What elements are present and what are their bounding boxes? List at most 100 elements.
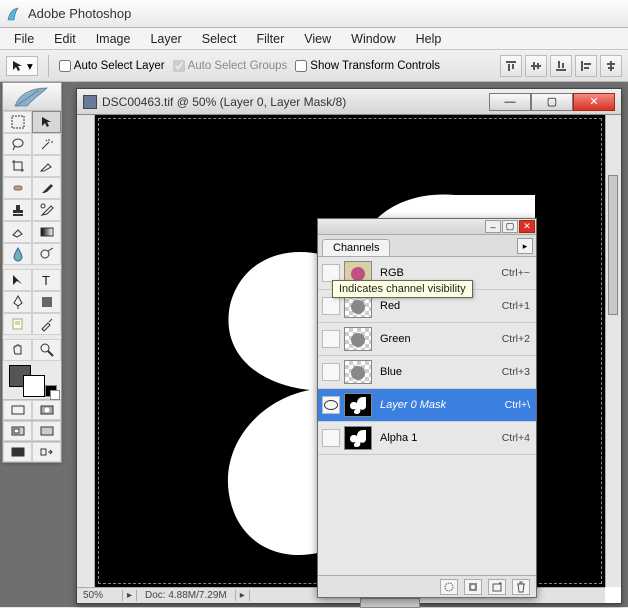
visibility-toggle[interactable] (322, 363, 340, 381)
pen-tool-icon[interactable] (3, 291, 32, 313)
notes-tool-icon[interactable] (3, 313, 32, 335)
menu-edit[interactable]: Edit (44, 30, 86, 48)
delete-channel-icon[interactable] (512, 579, 530, 595)
jump-to-icon[interactable] (32, 442, 61, 462)
doc-info-menu-icon[interactable]: ▸ (236, 590, 250, 601)
channels-footer (318, 575, 536, 597)
visibility-toggle[interactable] (322, 297, 340, 315)
path-select-tool-icon[interactable] (3, 269, 32, 291)
panel-minimize-icon[interactable]: – (485, 220, 501, 233)
show-transform-checkbox[interactable]: Show Transform Controls (295, 60, 440, 72)
doc-size-label[interactable]: Doc: 4.88M/7.29M (137, 590, 236, 601)
channels-panel-titlebar[interactable]: – ▢ ✕ (318, 219, 536, 235)
menu-window[interactable]: Window (341, 30, 405, 48)
screen-mode-2-icon[interactable] (32, 421, 61, 441)
panel-collapse-icon[interactable]: ▢ (502, 220, 518, 233)
menu-image[interactable]: Image (86, 30, 141, 48)
zoom-tool-icon[interactable] (32, 339, 61, 361)
tools-header-feather-icon (3, 83, 61, 111)
hand-tool-icon[interactable] (3, 339, 32, 361)
minimize-button[interactable]: — (489, 93, 531, 111)
auto-select-layer-input[interactable] (59, 60, 71, 72)
gradient-tool-icon[interactable] (32, 221, 61, 243)
slice-tool-icon[interactable] (32, 155, 61, 177)
eraser-tool-icon[interactable] (3, 221, 32, 243)
tools-bottom-row-2 (3, 420, 61, 441)
tools-bottom-row-1 (3, 399, 61, 420)
channel-thumb-mask (344, 393, 372, 417)
menu-help[interactable]: Help (406, 30, 452, 48)
channel-row-layer0mask[interactable]: Layer 0 Mask Ctrl+\ (318, 389, 536, 422)
menu-layer[interactable]: Layer (140, 30, 191, 48)
color-swatches[interactable] (3, 361, 61, 399)
panel-close-icon[interactable]: ✕ (519, 220, 535, 233)
menu-file[interactable]: File (4, 30, 44, 48)
document-icon (83, 95, 97, 109)
channel-shortcut: Ctrl+2 (502, 333, 532, 345)
menu-view[interactable]: View (294, 30, 341, 48)
visibility-toggle[interactable] (322, 429, 340, 447)
align-bottom-icon[interactable] (550, 55, 572, 77)
blur-tool-icon[interactable] (3, 243, 32, 265)
channel-shortcut: Ctrl+3 (502, 366, 532, 378)
svg-text:T: T (42, 273, 50, 288)
channel-name: Layer 0 Mask (376, 399, 501, 411)
align-left-icon[interactable] (575, 55, 597, 77)
tooltip: Indicates channel visibility (332, 280, 473, 298)
channel-name: Alpha 1 (376, 432, 498, 444)
type-tool-icon[interactable]: T (32, 269, 61, 291)
screen-mode-3-icon[interactable] (3, 442, 32, 462)
new-channel-icon[interactable] (488, 579, 506, 595)
align-vcenter-icon[interactable] (525, 55, 547, 77)
wand-tool-icon[interactable] (32, 133, 61, 155)
shape-tool-icon[interactable] (32, 291, 61, 313)
lasso-tool-icon[interactable] (3, 133, 32, 155)
align-hcenter-icon[interactable] (600, 55, 622, 77)
channel-name: Red (376, 300, 498, 312)
visibility-toggle[interactable] (322, 330, 340, 348)
save-selection-icon[interactable] (464, 579, 482, 595)
vertical-scroll-thumb[interactable] (608, 175, 618, 315)
vertical-scrollbar[interactable] (605, 115, 621, 587)
channel-row-alpha1[interactable]: Alpha 1 Ctrl+4 (318, 422, 536, 455)
zoom-value[interactable]: 50% (77, 590, 123, 601)
load-selection-icon[interactable] (440, 579, 458, 595)
panel-menu-icon[interactable]: ▸ (517, 238, 533, 254)
stamp-tool-icon[interactable] (3, 199, 32, 221)
app-icon (6, 6, 22, 22)
screen-mode-1-icon[interactable] (3, 421, 32, 441)
channels-tab[interactable]: Channels (322, 239, 390, 256)
brush-tool-icon[interactable] (32, 177, 61, 199)
auto-select-layer-label: Auto Select Layer (74, 60, 165, 72)
tool-grid: T (3, 111, 61, 399)
eyedropper-tool-icon[interactable] (32, 313, 61, 335)
channel-row-green[interactable]: Green Ctrl+2 (318, 323, 536, 356)
standard-mode-icon[interactable] (3, 400, 32, 420)
background-swatch[interactable] (23, 375, 45, 397)
align-top-icon[interactable] (500, 55, 522, 77)
options-bar: ▾ Auto Select Layer Auto Select Groups S… (0, 50, 628, 82)
maximize-button[interactable]: ▢ (531, 93, 573, 111)
menu-select[interactable]: Select (192, 30, 247, 48)
visibility-toggle[interactable] (322, 396, 340, 414)
menu-filter[interactable]: Filter (246, 30, 294, 48)
channel-row-blue[interactable]: Blue Ctrl+3 (318, 356, 536, 389)
quickmask-mode-icon[interactable] (32, 400, 61, 420)
channel-name: RGB (376, 267, 497, 279)
auto-select-layer-checkbox[interactable]: Auto Select Layer (59, 60, 165, 72)
move-tool-indicator[interactable]: ▾ (6, 56, 38, 76)
ruler-vertical[interactable] (77, 115, 95, 587)
channel-shortcut: Ctrl+1 (502, 300, 532, 312)
channels-panel[interactable]: – ▢ ✕ Channels ▸ RGB Ctrl+~ Red Ctrl+1 (317, 218, 537, 598)
crop-tool-icon[interactable] (3, 155, 32, 177)
history-brush-tool-icon[interactable] (32, 199, 61, 221)
horizontal-scroll-thumb[interactable] (360, 598, 420, 608)
show-transform-input[interactable] (295, 60, 307, 72)
zoom-menu-icon[interactable]: ▸ (123, 590, 137, 601)
document-titlebar[interactable]: DSC00463.tif @ 50% (Layer 0, Layer Mask/… (77, 89, 621, 115)
close-button[interactable]: ✕ (573, 93, 615, 111)
healing-tool-icon[interactable] (3, 177, 32, 199)
dodge-tool-icon[interactable] (32, 243, 61, 265)
move-tool-icon[interactable] (32, 111, 61, 133)
marquee-tool-icon[interactable] (3, 111, 32, 133)
